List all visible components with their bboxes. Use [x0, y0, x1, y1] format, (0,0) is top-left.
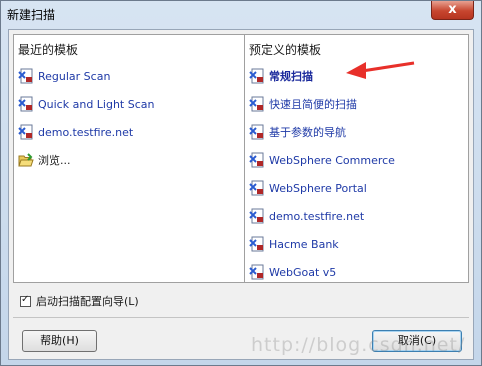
- launch-wizard-label: 启动扫描配置向导(L): [36, 295, 139, 308]
- template-quick-simple-scan[interactable]: 快速且简便的扫描: [249, 95, 357, 113]
- template-demo-testfire[interactable]: demo.testfire.net: [249, 207, 364, 225]
- red-arrow-annotation: [346, 61, 415, 79]
- dialog-title: 新建扫描: [7, 8, 56, 22]
- recent-item-label: Quick and Light Scan: [38, 97, 155, 111]
- template-label: 基于参数的导航: [269, 126, 346, 139]
- template-label: WebSphere Commerce: [269, 153, 395, 167]
- scan-template-icon: [249, 152, 264, 168]
- recent-item-quick-light-scan[interactable]: Quick and Light Scan: [18, 95, 154, 113]
- template-label: 常规扫描: [269, 70, 313, 83]
- launch-wizard-option[interactable]: 启动扫描配置向导(L): [20, 293, 139, 309]
- scan-template-icon: [249, 180, 264, 196]
- recent-item-demo-testfire[interactable]: demo.testfire.net: [18, 123, 133, 141]
- open-folder-icon: [18, 153, 34, 167]
- template-label: 快速且简便的扫描: [269, 98, 357, 111]
- recent-templates-panel: 最近的模板 Regular Scan Quick and Light Scan …: [14, 35, 245, 282]
- launch-wizard-checkbox[interactable]: [20, 294, 31, 307]
- recent-item-label: Regular Scan: [38, 69, 111, 83]
- template-websphere-portal[interactable]: WebSphere Portal: [249, 179, 367, 197]
- scan-template-icon: [249, 236, 264, 252]
- new-scan-dialog: 新建扫描 x 最近的模板 Regular Scan Quick and Ligh…: [0, 0, 482, 366]
- recent-item-label: demo.testfire.net: [38, 125, 134, 139]
- scan-template-icon: [249, 96, 264, 112]
- close-button[interactable]: x: [431, 1, 474, 20]
- template-hacme-bank[interactable]: Hacme Bank: [249, 235, 339, 253]
- template-label: WebGoat v5: [269, 265, 337, 279]
- scan-template-icon: [249, 264, 264, 280]
- scan-template-icon: [249, 124, 264, 140]
- divider: [13, 317, 469, 318]
- scan-template-icon: [18, 96, 33, 112]
- title-bar[interactable]: 新建扫描 x: [1, 1, 481, 28]
- recent-templates-heading: 最近的模板: [18, 43, 79, 57]
- template-label: Hacme Bank: [269, 237, 339, 251]
- template-websphere-commerce[interactable]: WebSphere Commerce: [249, 151, 395, 169]
- help-button[interactable]: 帮助(H): [22, 330, 97, 352]
- scan-template-icon: [18, 68, 33, 84]
- template-regular-scan[interactable]: 常规扫描: [249, 67, 313, 85]
- template-label: WebSphere Portal: [269, 181, 367, 195]
- recent-item-regular-scan[interactable]: Regular Scan: [18, 67, 110, 85]
- browse-label: 浏览...: [38, 154, 71, 167]
- scan-template-icon: [18, 124, 33, 140]
- predefined-templates-heading: 预定义的模板: [249, 43, 322, 57]
- template-label: demo.testfire.net: [269, 209, 365, 223]
- close-icon: x: [448, 2, 457, 17]
- template-webgoat[interactable]: WebGoat v5: [249, 263, 336, 281]
- watermark: http://blog.csdn.net/: [251, 334, 466, 356]
- template-parameter-navigation[interactable]: 基于参数的导航: [249, 123, 346, 141]
- scan-template-icon: [249, 208, 264, 224]
- scan-template-icon: [249, 68, 264, 84]
- browse-link[interactable]: 浏览...: [18, 151, 71, 169]
